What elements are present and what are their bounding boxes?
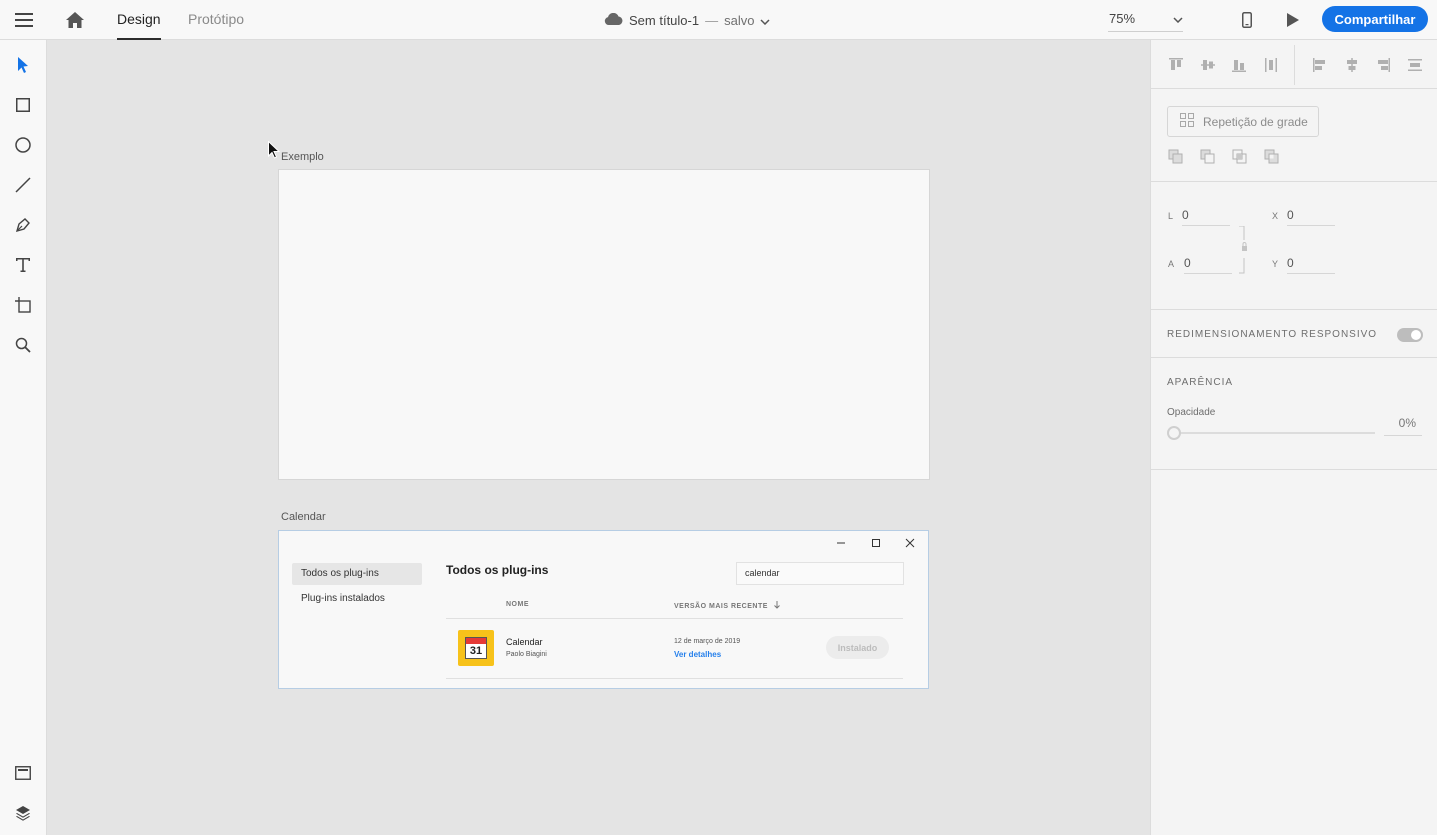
text-icon[interactable] [11,253,35,277]
cloud-icon [604,12,623,28]
align-center-icon[interactable] [1344,57,1360,73]
assets-icon[interactable] [11,761,35,785]
plugin-details-link: Ver detalhes [674,650,722,659]
menu-icon[interactable] [12,8,36,32]
document-title[interactable]: Sem título-1 — salvo [604,0,770,40]
responsive-resize-label: REDIMENSIONAMENTO RESPONSIVO [1167,329,1378,340]
mobile-preview-icon[interactable] [1235,8,1259,32]
property-inspector: Repetição de grade L 0 X 0 A 0 Y 0 REDIM… [1150,40,1437,835]
artboard-calendar[interactable]: Todos os plug-ins Plug-ins instalados To… [278,530,929,689]
artboard-exemplo[interactable] [278,169,930,480]
chevron-down-icon[interactable] [760,13,770,28]
calendar-plugin-icon: 31 [458,630,494,666]
play-icon[interactable] [1281,8,1305,32]
intersect-shapes-icon[interactable] [1232,149,1248,165]
y-label: Y [1272,259,1279,269]
grid-icon [1180,113,1194,130]
y-field[interactable]: 0 [1287,252,1335,274]
chevron-down-icon [1173,11,1183,26]
mouse-cursor-icon [268,140,281,164]
zoom-value: 75% [1109,11,1136,26]
title-separator: — [705,12,719,28]
sort-arrow-icon [774,601,781,611]
repeat-grid-label: Repetição de grade [1203,114,1308,129]
zoom-icon[interactable] [11,333,35,357]
column-version-label: VERSÃO MAIS RECENTE [674,602,768,610]
column-name-header: NOME [506,601,529,608]
exclude-shapes-icon[interactable] [1264,149,1280,165]
zoom-select[interactable]: 75% [1108,6,1183,32]
rectangle-icon[interactable] [11,93,35,117]
height-field[interactable]: 0 [1184,252,1232,274]
lock-aspect-icon[interactable] [1239,225,1251,279]
distribute-horizontal-icon[interactable] [1407,57,1423,73]
plugin-sidebar-item-all: Todos os plug-ins [292,563,422,585]
distribute-vertical-icon[interactable] [1263,57,1279,73]
tab-prototype[interactable]: Protótipo [188,0,244,40]
opacity-slider-track[interactable] [1175,432,1375,434]
close-icon [904,537,916,549]
repeat-grid-button[interactable]: Repetição de grade [1167,106,1319,137]
table-divider [446,678,903,679]
calendar-icon: 31 [465,637,487,659]
add-shapes-icon[interactable] [1168,149,1184,165]
plugin-sidebar-item-installed: Plug-ins instalados [301,593,385,604]
plugin-name: Calendar [506,637,543,647]
maximize-icon [870,537,882,549]
align-right-icon[interactable] [1375,57,1391,73]
responsive-resize-toggle[interactable] [1397,328,1423,342]
artboard-label-exemplo[interactable]: Exemplo [281,151,324,163]
align-left-icon[interactable] [1312,57,1328,73]
transform-section [1151,182,1437,310]
select-icon[interactable] [11,53,35,77]
tab-design[interactable]: Design [117,0,161,40]
save-status: salvo [724,12,755,28]
height-label: A [1168,259,1175,269]
plugin-author: Paolo Biagini [506,651,547,658]
plugin-heading: Todos os plug-ins [446,563,549,577]
layers-icon[interactable] [11,801,35,825]
document-name: Sem título-1 [629,12,700,28]
plugin-search-field: calendar [736,562,904,585]
share-button[interactable]: Compartilhar [1322,6,1428,32]
subtract-shapes-icon[interactable] [1200,149,1216,165]
top-bar: Design Protótipo Sem título-1 — salvo 75… [0,0,1437,40]
opacity-label: Opacidade [1167,407,1216,418]
opacity-slider-handle[interactable] [1167,426,1181,440]
width-label: L [1168,211,1174,221]
table-divider [446,618,903,619]
ellipse-icon[interactable] [11,133,35,157]
minimize-icon [835,537,847,549]
tool-bar [0,40,47,835]
align-section [1151,40,1437,89]
plugin-installed-button: Instalado [826,636,889,659]
appearance-title: APARÊNCIA [1167,377,1234,388]
toggle-knob [1411,330,1421,340]
canvas[interactable]: Exemplo Calendar Todos os plug-ins Plug-… [47,40,1150,835]
x-label: X [1272,211,1279,221]
artboard-icon[interactable] [11,293,35,317]
calendar-day: 31 [469,645,483,657]
width-field[interactable]: 0 [1182,204,1230,226]
align-divider [1294,45,1295,85]
home-icon[interactable] [63,8,87,32]
x-field[interactable]: 0 [1287,204,1335,226]
align-middle-icon[interactable] [1200,57,1216,73]
artboard-label-calendar[interactable]: Calendar [281,511,326,523]
column-version-header: VERSÃO MAIS RECENTE [674,601,781,611]
line-icon[interactable] [11,173,35,197]
align-bottom-icon[interactable] [1231,57,1247,73]
plugin-date: 12 de março de 2019 [674,638,741,645]
opacity-field[interactable]: 0% [1384,412,1422,436]
align-top-icon[interactable] [1168,57,1184,73]
pen-icon[interactable] [11,213,35,237]
